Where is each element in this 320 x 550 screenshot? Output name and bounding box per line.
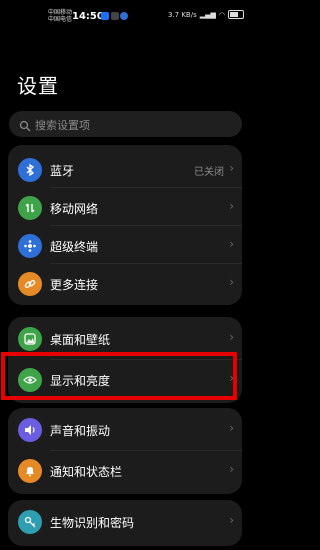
chevron-right-icon: › [229, 161, 234, 175]
carrier-info: 中国移动 中国电信 [48, 9, 73, 23]
super-device-icon [18, 234, 42, 258]
notification-icon [101, 12, 109, 20]
key-icon [18, 510, 42, 534]
settings-group-sound: 声音和振动 › 通知和状态栏 › [8, 408, 242, 494]
bluetooth-status: 已关闭 [194, 167, 224, 178]
setting-notifications[interactable]: 通知和状态栏 › [8, 449, 242, 493]
signal-icon: ▂▄▆ [199, 10, 216, 19]
chevron-right-icon: › [229, 421, 234, 435]
setting-more-connections[interactable]: 更多连接 › [8, 262, 242, 306]
bell-icon [18, 459, 42, 483]
wifi-icon: ◠ [218, 10, 225, 19]
page-title: 设置 [17, 74, 59, 98]
chevron-right-icon: › [229, 199, 234, 213]
search-icon [19, 117, 31, 136]
battery-icon [228, 10, 244, 19]
setting-biometrics-password[interactable]: 生物识别和密码 › [8, 500, 242, 544]
link-icon [18, 272, 42, 296]
network-speed: 3.7 KB/s [167, 10, 197, 19]
status-icons: 3.7 KB/s ▂▄▆ ◠ [168, 10, 244, 19]
settings-group-connections: 蓝牙 已关闭 › 移动网络 › 超级终端 › 更多连接 › [8, 145, 242, 305]
highlight-box [1, 352, 237, 400]
search-bar[interactable]: 搜索设置项 [9, 111, 242, 137]
bluetooth-icon [18, 158, 42, 182]
mobile-network-icon [18, 196, 42, 220]
search-placeholder: 搜索设置项 [35, 119, 90, 132]
chevron-right-icon: › [229, 513, 234, 527]
notification-icon [120, 12, 128, 20]
speaker-icon [18, 418, 42, 442]
wallpaper-icon [18, 327, 42, 351]
setting-sound-vibration[interactable]: 声音和振动 › [8, 408, 242, 452]
status-bar: 中国移动 中国电信 14:50 3.7 KB/s ▂▄▆ ◠ [0, 0, 250, 28]
chevron-right-icon: › [229, 462, 234, 476]
chevron-right-icon: › [229, 330, 234, 344]
chevron-right-icon: › [229, 275, 234, 289]
chevron-right-icon: › [229, 237, 234, 251]
notification-icon [111, 12, 119, 20]
status-time: 14:50 [72, 11, 104, 22]
settings-group-security: 生物识别和密码 › [8, 500, 242, 546]
